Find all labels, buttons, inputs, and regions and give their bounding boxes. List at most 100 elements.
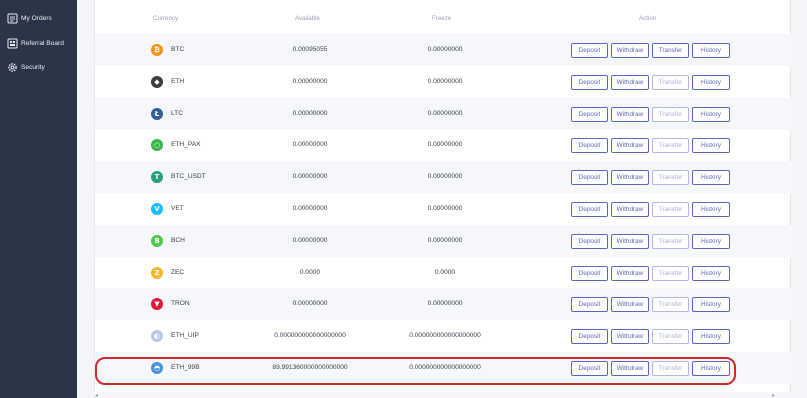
currency-name: ETH_PAX — [171, 141, 201, 149]
scroll-left-arrow-icon[interactable]: ◂ — [95, 392, 101, 398]
history-button[interactable]: History — [692, 233, 730, 249]
table-row: T BTC_USDT 0.00000000 0.00000000 Deposit With… — [95, 161, 792, 194]
sidebar: My Orders Referral Board Security — [0, 0, 77, 398]
orders-icon — [6, 12, 18, 24]
freeze-value: 0.00000000 — [427, 173, 463, 181]
transfer-button[interactable]: Transfer — [652, 170, 689, 186]
table-row: Ł LTC 0.00000000 0.00000000 Deposit Withdraw T… — [95, 97, 792, 130]
table-row: ◐ ETH_UIP 0.000000000000000000 0.0000000000… — [95, 320, 792, 352]
freeze-value: 0.00000000 — [427, 141, 463, 149]
sidebar-item-label: Security — [21, 63, 45, 71]
currency-name: LTC — [171, 109, 183, 117]
freeze-value: 0.00000000 — [427, 205, 463, 212]
99b-icon: ◓ — [151, 362, 163, 374]
ltc-icon: Ł — [151, 107, 163, 120]
withdraw-button[interactable]: Withdraw — [611, 43, 649, 58]
available-value: 89.991360000000000000 — [272, 364, 348, 371]
deposit-button[interactable]: Deposit — [571, 297, 608, 313]
withdraw-button[interactable]: Withdraw — [611, 170, 649, 186]
freeze-value: 0.00000000 — [427, 109, 463, 117]
withdraw-button[interactable]: Withdraw — [611, 138, 649, 154]
table-row: Z ZEC 0.0000 0.0000 Deposit Withdraw Transfer H… — [95, 257, 792, 289]
vet-icon: V — [151, 203, 163, 215]
transfer-button[interactable]: Transfer — [652, 106, 689, 122]
withdraw-button[interactable]: Withdraw — [611, 233, 649, 249]
available-value: 0.0000 — [299, 268, 321, 276]
available-value: 0.00000000 — [292, 109, 328, 117]
sidebar-item-label: My Orders — [21, 14, 52, 22]
currency-name: ETH_99B — [171, 364, 200, 371]
deposit-button[interactable]: Deposit — [571, 170, 608, 186]
history-button[interactable]: History — [692, 43, 730, 58]
transfer-button[interactable]: Transfer — [652, 43, 689, 58]
main-content: Currency Available Freeze Action ₿ BTC 0.0… — [77, 0, 807, 398]
currency-name: ETH_UIP — [171, 332, 199, 340]
table-row: B BCH 0.00000000 0.00000000 Deposit Withdraw T… — [95, 224, 792, 257]
tron-icon: ▼ — [151, 298, 163, 311]
currency-name: VET — [171, 205, 184, 212]
bch-icon: B — [151, 234, 163, 247]
available-value: 0.000000000000000000 — [274, 332, 346, 340]
header-available: Available — [295, 15, 320, 22]
sidebar-item-referral-board[interactable]: Referral Board — [0, 33, 77, 53]
deposit-button[interactable]: Deposit — [571, 361, 608, 376]
deposit-button[interactable]: Deposit — [571, 43, 608, 58]
table-row: ₿ BTC 0.00095055 0.00000000 Deposit Withdraw T… — [95, 34, 792, 66]
currency-name: BTC — [171, 46, 185, 53]
withdraw-button[interactable]: Withdraw — [611, 74, 649, 90]
deposit-button[interactable]: Deposit — [571, 138, 608, 154]
transfer-button[interactable]: Transfer — [652, 361, 689, 376]
history-button[interactable]: History — [692, 74, 730, 90]
freeze-value: 0.00000000 — [427, 46, 463, 53]
deposit-button[interactable]: Deposit — [571, 329, 608, 345]
deposit-button[interactable]: Deposit — [571, 74, 608, 90]
freeze-value: 0.00000000 — [427, 236, 463, 244]
available-value: 0.00000000 — [292, 300, 328, 308]
deposit-button[interactable]: Deposit — [571, 233, 608, 249]
withdraw-button[interactable]: Withdraw — [611, 297, 649, 313]
header-currency: Currency — [153, 15, 179, 22]
table-row: ○ ETH_PAX 0.00000000 0.00000000 Deposit Withd… — [95, 129, 792, 161]
transfer-button[interactable]: Transfer — [652, 297, 689, 313]
usdt-icon: T — [151, 171, 163, 184]
transfer-button[interactable]: Transfer — [652, 202, 689, 217]
sidebar-item-my-orders[interactable]: My Orders — [0, 8, 77, 28]
history-button[interactable]: History — [692, 329, 730, 345]
deposit-button[interactable]: Deposit — [571, 202, 608, 217]
transfer-button[interactable]: Transfer — [652, 329, 689, 345]
sidebar-item-security[interactable]: Security — [0, 57, 77, 77]
assets-table: Currency Available Freeze Action ₿ BTC 0.0… — [94, 0, 792, 392]
currency-name: BCH — [171, 236, 185, 244]
table-row: ◆ ETH 0.00000000 0.00000000 Deposit Withdraw T… — [95, 66, 792, 98]
freeze-value: 0.000000000000000000 — [409, 364, 481, 371]
available-value: 0.00000000 — [292, 141, 328, 149]
withdraw-button[interactable]: Withdraw — [611, 329, 649, 345]
history-button[interactable]: History — [692, 202, 730, 217]
withdraw-button[interactable]: Withdraw — [611, 361, 649, 376]
available-value: 0.00000000 — [292, 236, 328, 244]
sidebar-item-label: Referral Board — [21, 39, 64, 47]
available-value: 0.00000000 — [292, 77, 328, 85]
deposit-button[interactable]: Deposit — [571, 265, 608, 281]
withdraw-button[interactable]: Withdraw — [611, 265, 649, 281]
transfer-button[interactable]: Transfer — [652, 138, 689, 154]
scroll-right-arrow-icon[interactable]: ▸ — [772, 392, 778, 398]
withdraw-button[interactable]: Withdraw — [611, 106, 649, 122]
freeze-value: 0.000000000000000000 — [409, 332, 481, 340]
eth-icon: ◆ — [151, 75, 163, 88]
deposit-button[interactable]: Deposit — [571, 106, 608, 122]
withdraw-button[interactable]: Withdraw — [611, 202, 649, 217]
history-button[interactable]: History — [692, 106, 730, 122]
pax-icon: ○ — [151, 139, 163, 152]
table-row: ▼ TRON 0.00000000 0.00000000 Deposit Withdraw… — [95, 288, 792, 321]
transfer-button[interactable]: Transfer — [652, 74, 689, 90]
table-row: ◓ ETH_99B 89.991360000000000000 0.000000000… — [95, 352, 792, 384]
transfer-button[interactable]: Transfer — [652, 233, 689, 249]
referral-icon — [6, 37, 18, 49]
history-button[interactable]: History — [692, 138, 730, 154]
history-button[interactable]: History — [692, 170, 730, 186]
transfer-button[interactable]: Transfer — [652, 265, 689, 281]
history-button[interactable]: History — [692, 361, 730, 376]
history-button[interactable]: History — [692, 265, 730, 281]
history-button[interactable]: History — [692, 297, 730, 313]
